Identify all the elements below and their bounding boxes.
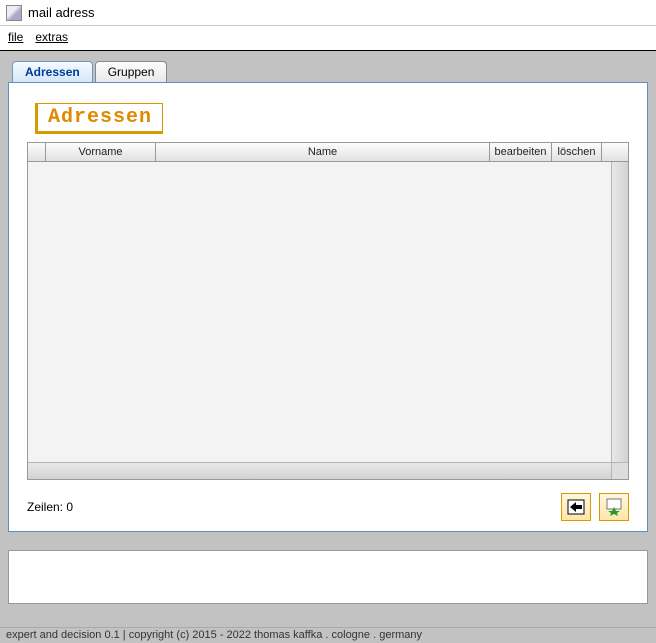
col-header-vorname[interactable]: Vorname (46, 143, 156, 161)
content-area: Adressen Gruppen Adressen Vorname Name b… (0, 51, 656, 643)
panel-footer: Zeilen: 0 (27, 493, 629, 521)
col-header-bearbeiten[interactable]: bearbeiten (490, 143, 552, 161)
vertical-scrollbar[interactable] (611, 162, 628, 462)
table-header-row: Vorname Name bearbeiten löschen (28, 143, 628, 162)
status-bar: expert and decision 0.1 | copyright (c) … (0, 627, 656, 643)
star-add-icon (605, 498, 623, 516)
window-title: mail adress (28, 5, 94, 20)
app-icon (6, 5, 22, 21)
add-button[interactable] (599, 493, 629, 521)
col-header-loeschen[interactable]: löschen (552, 143, 602, 161)
tab-addresses[interactable]: Adressen (12, 61, 93, 82)
title-bar: mail adress (0, 0, 656, 26)
col-header-blank[interactable] (28, 143, 46, 161)
col-header-tail (602, 143, 628, 161)
scroll-corner (611, 462, 628, 479)
action-buttons (561, 493, 629, 521)
tab-groups[interactable]: Gruppen (95, 61, 168, 82)
horizontal-scrollbar[interactable] (28, 462, 611, 479)
table-body-empty (28, 162, 611, 462)
section-title-frame: Adressen (27, 101, 171, 136)
import-button[interactable] (561, 493, 591, 521)
arrow-left-icon (567, 499, 585, 515)
section-title: Adressen (48, 106, 152, 129)
row-count-label: Zeilen: 0 (27, 500, 73, 514)
detail-area (8, 550, 648, 604)
tab-strip: Adressen Gruppen (8, 61, 648, 82)
menu-extras[interactable]: extras (35, 30, 68, 44)
menu-file[interactable]: file (8, 30, 23, 44)
addresses-panel: Adressen Vorname Name bearbeiten löschen… (8, 82, 648, 532)
col-header-name[interactable]: Name (156, 143, 490, 161)
address-table: Vorname Name bearbeiten löschen (27, 142, 629, 480)
menu-bar: file extras (0, 26, 656, 51)
